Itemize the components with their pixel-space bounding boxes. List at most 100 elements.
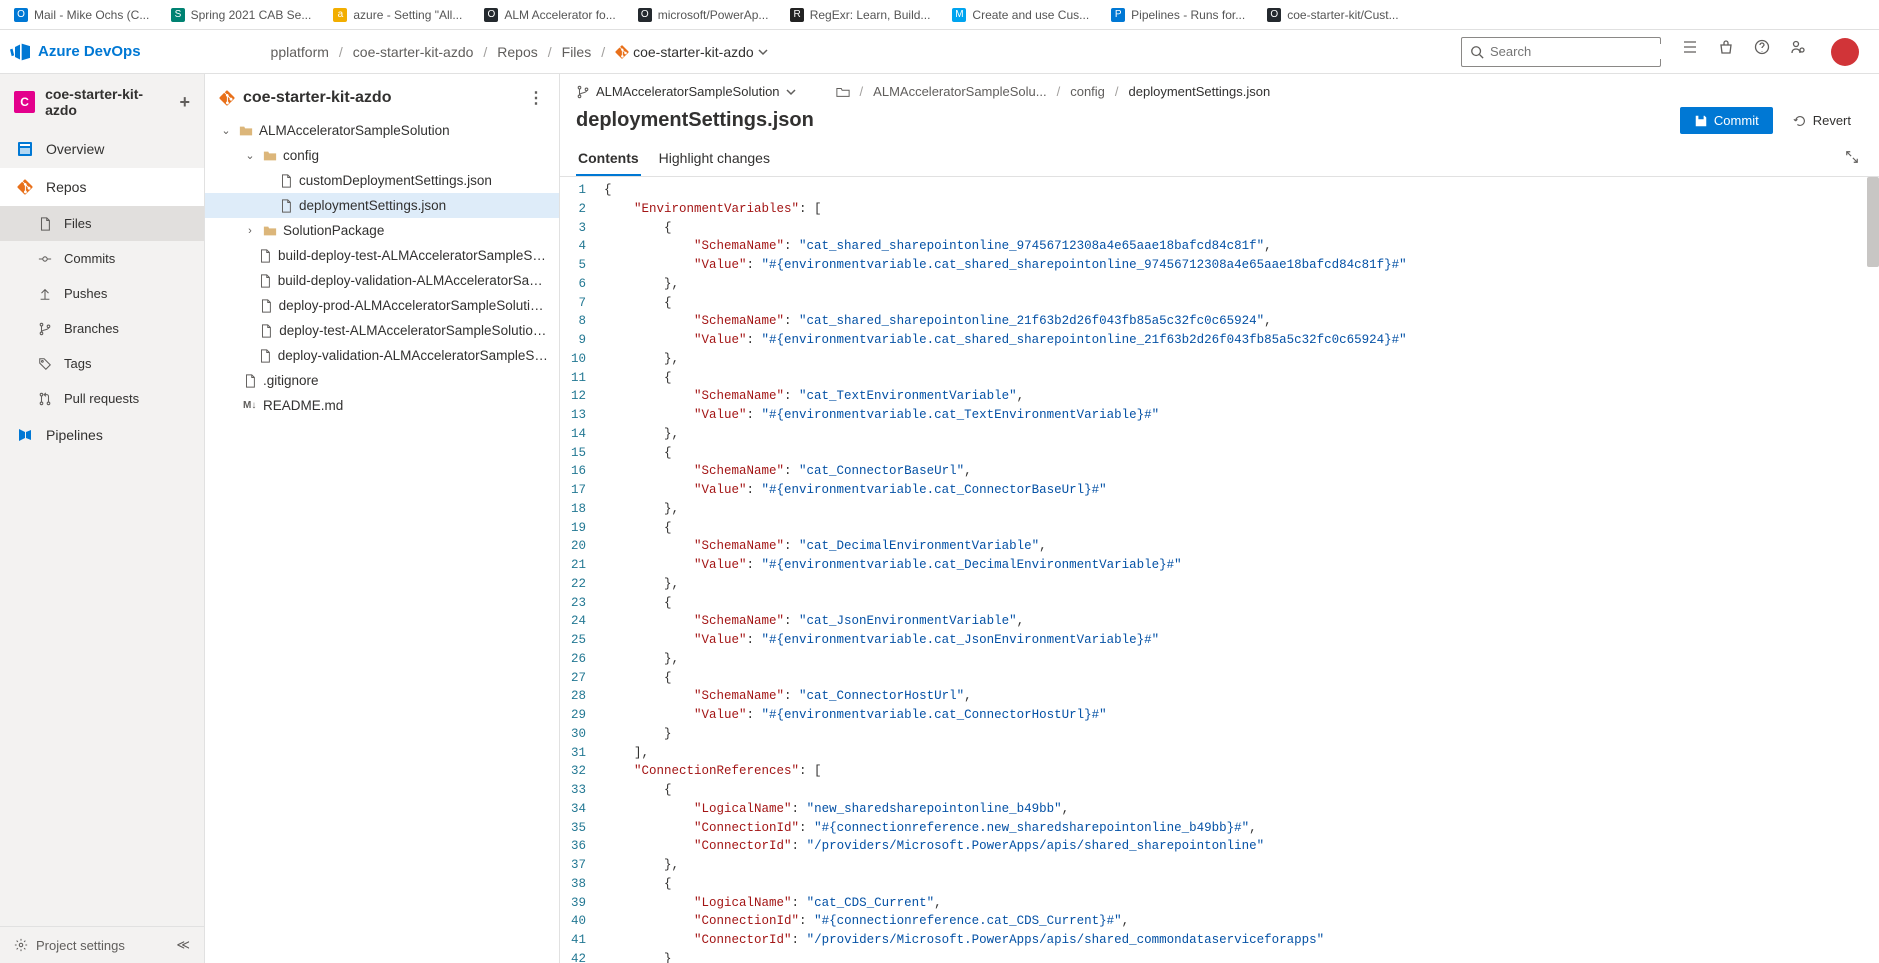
- save-icon: [1694, 114, 1708, 128]
- browser-tab[interactable]: Omicrosoft/PowerAp...: [628, 4, 779, 26]
- nav-files[interactable]: Files: [0, 206, 204, 241]
- azdo-logo[interactable]: Azure DevOps: [10, 42, 141, 62]
- pr-icon: [38, 392, 52, 406]
- tree-folder-solpkg[interactable]: › SolutionPackage: [205, 218, 559, 243]
- commit-button[interactable]: Commit: [1680, 107, 1773, 134]
- tree-file-yml4[interactable]: deploy-test-ALMAcceleratorSampleSolution…: [205, 318, 559, 343]
- user-avatar[interactable]: [1831, 38, 1859, 66]
- basket-icon[interactable]: [1717, 38, 1735, 56]
- project-name: coe-starter-kit-azdo: [45, 86, 169, 118]
- file-icon: [259, 299, 273, 313]
- file-icon: [258, 274, 272, 288]
- markdown-icon: M↓: [243, 400, 257, 411]
- new-item-button[interactable]: +: [179, 92, 190, 113]
- scrollbar-thumb[interactable]: [1867, 177, 1879, 267]
- branch-selector[interactable]: ALMAcceleratorSampleSolution: [576, 84, 796, 99]
- browser-tab[interactable]: RRegExr: Learn, Build...: [780, 4, 940, 26]
- breadcrumb-file[interactable]: deploymentSettings.json: [1129, 84, 1271, 99]
- code-content[interactable]: { "EnvironmentVariables": [ { "SchemaNam…: [596, 177, 1879, 963]
- code-editor[interactable]: 1234567891011121314151617181920212223242…: [560, 177, 1879, 963]
- browser-tab[interactable]: Ocoe-starter-kit/Cust...: [1257, 4, 1408, 26]
- git-icon: [219, 90, 235, 106]
- person-settings-icon[interactable]: [1789, 38, 1807, 56]
- help-icon[interactable]: [1753, 38, 1771, 56]
- repos-icon: [17, 179, 33, 195]
- azdo-header: Azure DevOps pplatform/ coe-starter-kit-…: [0, 30, 1879, 74]
- file-icon: [258, 249, 272, 263]
- tree-file-yml2[interactable]: build-deploy-validation-ALMAcceleratorSa…: [205, 268, 559, 293]
- tab-contents[interactable]: Contents: [576, 142, 641, 176]
- commits-icon: [38, 252, 52, 266]
- file-icon: [243, 374, 257, 388]
- browser-tab[interactable]: PPipelines - Runs for...: [1101, 4, 1255, 26]
- search-input[interactable]: [1490, 44, 1666, 59]
- git-icon: [615, 45, 629, 59]
- collapse-nav-button[interactable]: ≪: [176, 937, 190, 953]
- tree-file-yml5[interactable]: deploy-validation-ALMAcceleratorSampleSo…: [205, 343, 559, 368]
- left-nav: C coe-starter-kit-azdo + Overview Repos …: [0, 74, 205, 963]
- tree-file-readme[interactable]: M↓ README.md: [205, 393, 559, 418]
- file-tabs: Contents Highlight changes: [560, 142, 1879, 177]
- tree-folder-solution[interactable]: ⌄ ALMAcceleratorSampleSolution: [205, 118, 559, 143]
- repo-more-button[interactable]: ⋮: [528, 88, 545, 108]
- tree-file-gitignore[interactable]: .gitignore: [205, 368, 559, 393]
- branch-icon: [576, 85, 590, 99]
- tree-file-yml1[interactable]: build-deploy-test-ALMAcceleratorSampleSo…: [205, 243, 559, 268]
- file-icon: [258, 349, 272, 363]
- nav-pull-requests[interactable]: Pull requests: [0, 381, 204, 416]
- breadcrumb-files[interactable]: Files: [562, 44, 592, 60]
- browser-tab[interactable]: SSpring 2021 CAB Se...: [161, 4, 321, 26]
- repo-selector[interactable]: coe-starter-kit-azdo ⋮: [205, 84, 559, 118]
- fullscreen-button[interactable]: [1841, 142, 1863, 176]
- file-icon: [279, 199, 293, 213]
- file-icon: [279, 174, 293, 188]
- search-box[interactable]: [1461, 37, 1661, 67]
- tree-file-yml3[interactable]: deploy-prod-ALMAcceleratorSampleSolution…: [205, 293, 559, 318]
- tags-icon: [38, 357, 52, 371]
- breadcrumb-solution[interactable]: ALMAcceleratorSampleSolu...: [873, 84, 1046, 99]
- browser-tab[interactable]: aazure - Setting "All...: [323, 4, 472, 26]
- browser-tab[interactable]: OALM Accelerator fo...: [474, 4, 625, 26]
- breadcrumb-config[interactable]: config: [1070, 84, 1105, 99]
- expand-icon: [1845, 150, 1859, 164]
- folder-icon: [263, 224, 277, 238]
- revert-icon: [1793, 114, 1807, 128]
- tree-folder-config[interactable]: ⌄ config: [205, 143, 559, 168]
- nav-overview[interactable]: Overview: [0, 130, 204, 168]
- breadcrumb-org[interactable]: pplatform: [271, 44, 329, 60]
- nav-branches[interactable]: Branches: [0, 311, 204, 346]
- revert-button[interactable]: Revert: [1781, 107, 1863, 134]
- overview-icon: [17, 141, 33, 157]
- folder-icon: [239, 124, 253, 138]
- tab-highlight-changes[interactable]: Highlight changes: [657, 142, 772, 176]
- nav-pushes[interactable]: Pushes: [0, 276, 204, 311]
- header-actions: [1671, 38, 1869, 66]
- file-icon: [259, 324, 273, 338]
- nav-pipelines[interactable]: Pipelines: [0, 416, 204, 454]
- nav-repos[interactable]: Repos: [0, 168, 204, 206]
- main-panel: ALMAcceleratorSampleSolution / ALMAccele…: [560, 74, 1879, 963]
- tree-file-deploy[interactable]: deploymentSettings.json: [205, 193, 559, 218]
- files-icon: [38, 217, 52, 231]
- browser-tab[interactable]: OMail - Mike Ochs (C...: [4, 4, 159, 26]
- browser-tab[interactable]: MCreate and use Cus...: [942, 4, 1099, 26]
- chevron-down-icon: [786, 87, 796, 97]
- nav-commits[interactable]: Commits: [0, 241, 204, 276]
- line-gutter: 1234567891011121314151617181920212223242…: [560, 177, 596, 963]
- project-header[interactable]: C coe-starter-kit-azdo +: [0, 74, 204, 130]
- list-icon[interactable]: [1681, 38, 1699, 56]
- tree-file-custom[interactable]: customDeploymentSettings.json: [205, 168, 559, 193]
- folder-icon: [263, 149, 277, 163]
- folder-root-icon[interactable]: [836, 85, 850, 99]
- nav-tags[interactable]: Tags: [0, 346, 204, 381]
- breadcrumb-current[interactable]: coe-starter-kit-azdo: [615, 44, 768, 60]
- header-breadcrumb: pplatform/ coe-starter-kit-azdo/ Repos/ …: [271, 44, 768, 60]
- file-breadcrumb: ALMAcceleratorSampleSolution / ALMAccele…: [560, 74, 1879, 103]
- file-title: deploymentSettings.json: [576, 109, 814, 132]
- file-title-row: deploymentSettings.json Commit Revert: [560, 103, 1879, 142]
- azdo-logo-icon: [10, 42, 30, 62]
- file-tree: coe-starter-kit-azdo ⋮ ⌄ ALMAcceleratorS…: [205, 74, 560, 963]
- breadcrumb-project[interactable]: coe-starter-kit-azdo: [353, 44, 474, 60]
- project-settings[interactable]: Project settings: [14, 938, 125, 953]
- breadcrumb-repos[interactable]: Repos: [497, 44, 537, 60]
